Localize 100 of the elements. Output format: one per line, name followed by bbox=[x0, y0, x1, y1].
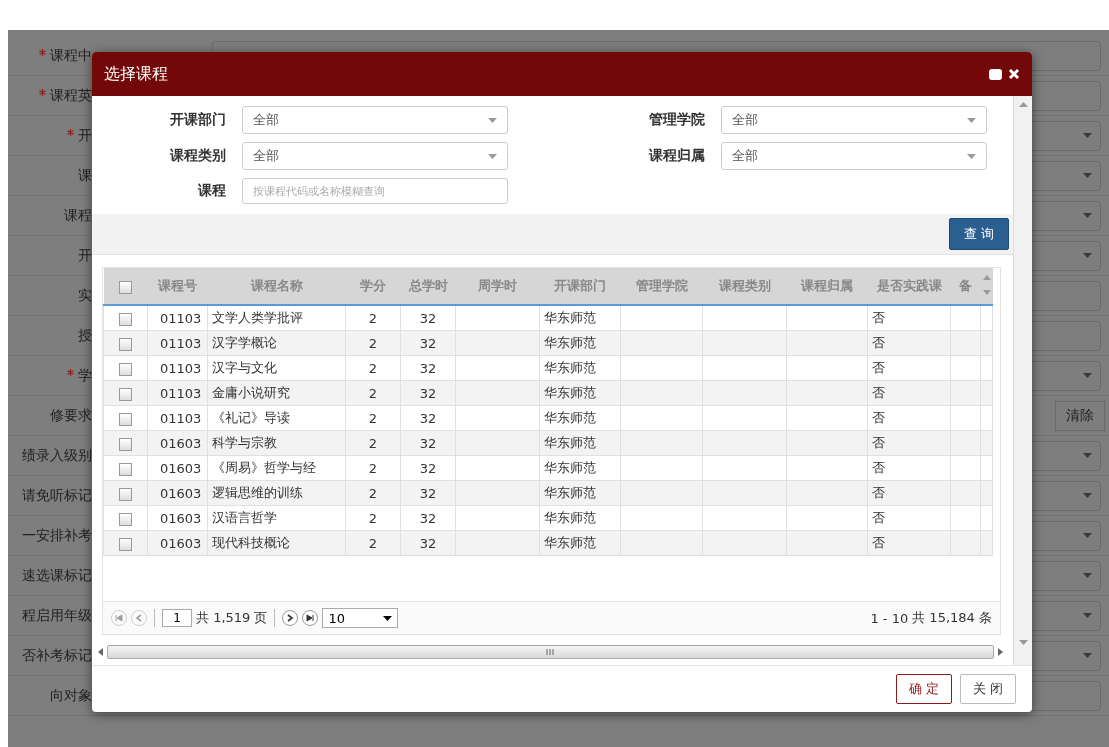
table-cell: 华东师范 bbox=[539, 455, 621, 481]
first-arrow-icon bbox=[115, 614, 123, 622]
form-label: 开 bbox=[78, 126, 92, 145]
table-cell: 金庸小说研究 bbox=[207, 380, 346, 406]
clear-button[interactable]: 清除 bbox=[1055, 400, 1105, 431]
table-cell: 否 bbox=[867, 330, 951, 356]
table-cell: 否 bbox=[867, 405, 951, 431]
table-cell: 华东师范 bbox=[539, 530, 621, 556]
maximize-icon[interactable] bbox=[989, 68, 1002, 80]
page-count: 共 1,519 页 bbox=[196, 609, 268, 627]
row-checkbox[interactable] bbox=[119, 312, 132, 326]
caret-icon bbox=[1083, 253, 1092, 258]
table-cell: 文学人类学批评 bbox=[207, 305, 346, 331]
row-checkbox[interactable] bbox=[119, 337, 132, 351]
column-header[interactable]: 学分 bbox=[360, 278, 386, 293]
last-page-button[interactable] bbox=[302, 610, 319, 626]
form-label: 课程英 bbox=[50, 86, 92, 105]
table-cell: 01103 bbox=[147, 405, 208, 431]
form-label: 绩录入级别 bbox=[22, 446, 92, 465]
caret-icon bbox=[1083, 213, 1092, 218]
table-cell: 32 bbox=[400, 505, 456, 531]
scroll-down-icon[interactable] bbox=[1018, 640, 1028, 645]
table-cell: 华东师范 bbox=[539, 305, 621, 331]
table-cell: 否 bbox=[867, 305, 951, 331]
page-input[interactable]: 1 bbox=[162, 609, 192, 627]
table-cell: 华东师范 bbox=[539, 430, 621, 456]
table-cell: 2 bbox=[345, 405, 401, 431]
close-icon[interactable] bbox=[1008, 68, 1020, 80]
table-cell: 否 bbox=[867, 355, 951, 381]
table-cell: 32 bbox=[400, 355, 456, 381]
close-button[interactable]: 关 闭 bbox=[959, 674, 1016, 704]
table-cell: 32 bbox=[400, 455, 456, 481]
row-checkbox[interactable] bbox=[119, 412, 132, 426]
table-cell: 2 bbox=[345, 505, 401, 531]
table-cell: 32 bbox=[400, 305, 456, 331]
form-label: 程启用年级 bbox=[22, 606, 92, 625]
form-label: 课 bbox=[78, 166, 92, 185]
table-cell: 科学与宗教 bbox=[207, 430, 346, 456]
confirm-button[interactable]: 确 定 bbox=[895, 674, 952, 704]
page-size-dropdown[interactable]: 10 bbox=[322, 608, 399, 628]
caret-icon bbox=[1083, 133, 1092, 138]
table-cell: 华东师范 bbox=[539, 505, 621, 531]
horizontal-scrollbar[interactable] bbox=[107, 645, 994, 659]
dialog-title: 选择课程 bbox=[104, 63, 169, 85]
scroll-up-icon[interactable] bbox=[1018, 102, 1028, 107]
table-cell: 华东师范 bbox=[539, 355, 621, 381]
filter-label: 课程类别 bbox=[168, 147, 227, 165]
caret-icon bbox=[1083, 573, 1092, 578]
table-cell: 华东师范 bbox=[539, 330, 621, 356]
table-cell: 《礼记》导读 bbox=[207, 405, 346, 431]
caret-icon bbox=[488, 117, 497, 123]
form-label: 授 bbox=[78, 326, 92, 345]
row-checkbox[interactable] bbox=[119, 462, 132, 476]
next-page-button[interactable] bbox=[282, 610, 299, 626]
scroll-left-icon[interactable] bbox=[98, 648, 103, 656]
column-header[interactable]: 周学时 bbox=[478, 278, 517, 293]
table-cell: 华东师范 bbox=[539, 405, 621, 431]
dropdown-field[interactable]: 全部 bbox=[721, 106, 987, 134]
dropdown-field[interactable]: 全部 bbox=[721, 142, 987, 170]
form-label: 学 bbox=[78, 366, 92, 385]
row-checkbox[interactable] bbox=[119, 387, 132, 401]
dropdown-field[interactable]: 全部 bbox=[242, 142, 508, 170]
form-label: 否补考标记 bbox=[22, 646, 92, 665]
grip-icon bbox=[545, 649, 556, 655]
caret-icon bbox=[1083, 533, 1092, 538]
caret-icon bbox=[383, 615, 393, 621]
vertical-scrollbar[interactable] bbox=[1013, 96, 1032, 665]
row-checkbox[interactable] bbox=[119, 437, 132, 451]
table-cell: 现代科技概论 bbox=[207, 530, 346, 556]
caret-icon bbox=[1083, 653, 1092, 658]
table-cell: 否 bbox=[867, 530, 951, 556]
form-label: 修要求 bbox=[50, 406, 92, 425]
search-field[interactable]: 按课程代码或名称模糊查询 bbox=[242, 178, 508, 204]
column-header[interactable]: 备 bbox=[959, 278, 972, 293]
query-button[interactable]: 查 询 bbox=[948, 218, 1009, 250]
filter-label: 管理学院 bbox=[648, 111, 706, 129]
scroll-arrows-icon[interactable] bbox=[982, 273, 991, 296]
row-checkbox[interactable] bbox=[119, 512, 132, 526]
row-checkbox[interactable] bbox=[119, 362, 132, 376]
caret-icon bbox=[1083, 493, 1092, 498]
select-all-checkbox[interactable] bbox=[119, 280, 132, 294]
record-total: 共 15,184 条 bbox=[912, 609, 992, 627]
row-checkbox[interactable] bbox=[119, 487, 132, 501]
dropdown-field[interactable]: 全部 bbox=[242, 106, 508, 134]
form-label: 实 bbox=[78, 286, 92, 305]
form-label: 课程中 bbox=[50, 46, 92, 65]
column-header[interactable]: 课程名称 bbox=[250, 278, 303, 293]
form-label: 速选课标记 bbox=[22, 566, 92, 585]
table-cell: 2 bbox=[345, 355, 401, 381]
table-cell: 01103 bbox=[147, 355, 208, 381]
table-cell: 否 bbox=[867, 430, 951, 456]
table-cell: 01603 bbox=[147, 455, 208, 481]
table-cell: 汉字与文化 bbox=[207, 355, 346, 381]
table-cell: 01103 bbox=[147, 305, 208, 331]
scroll-right-icon[interactable] bbox=[998, 648, 1003, 656]
table-cell: 华东师范 bbox=[539, 480, 621, 506]
table-cell: 否 bbox=[867, 480, 951, 506]
caret-icon bbox=[1083, 613, 1092, 618]
row-checkbox[interactable] bbox=[119, 537, 132, 551]
caret-icon bbox=[967, 117, 976, 123]
